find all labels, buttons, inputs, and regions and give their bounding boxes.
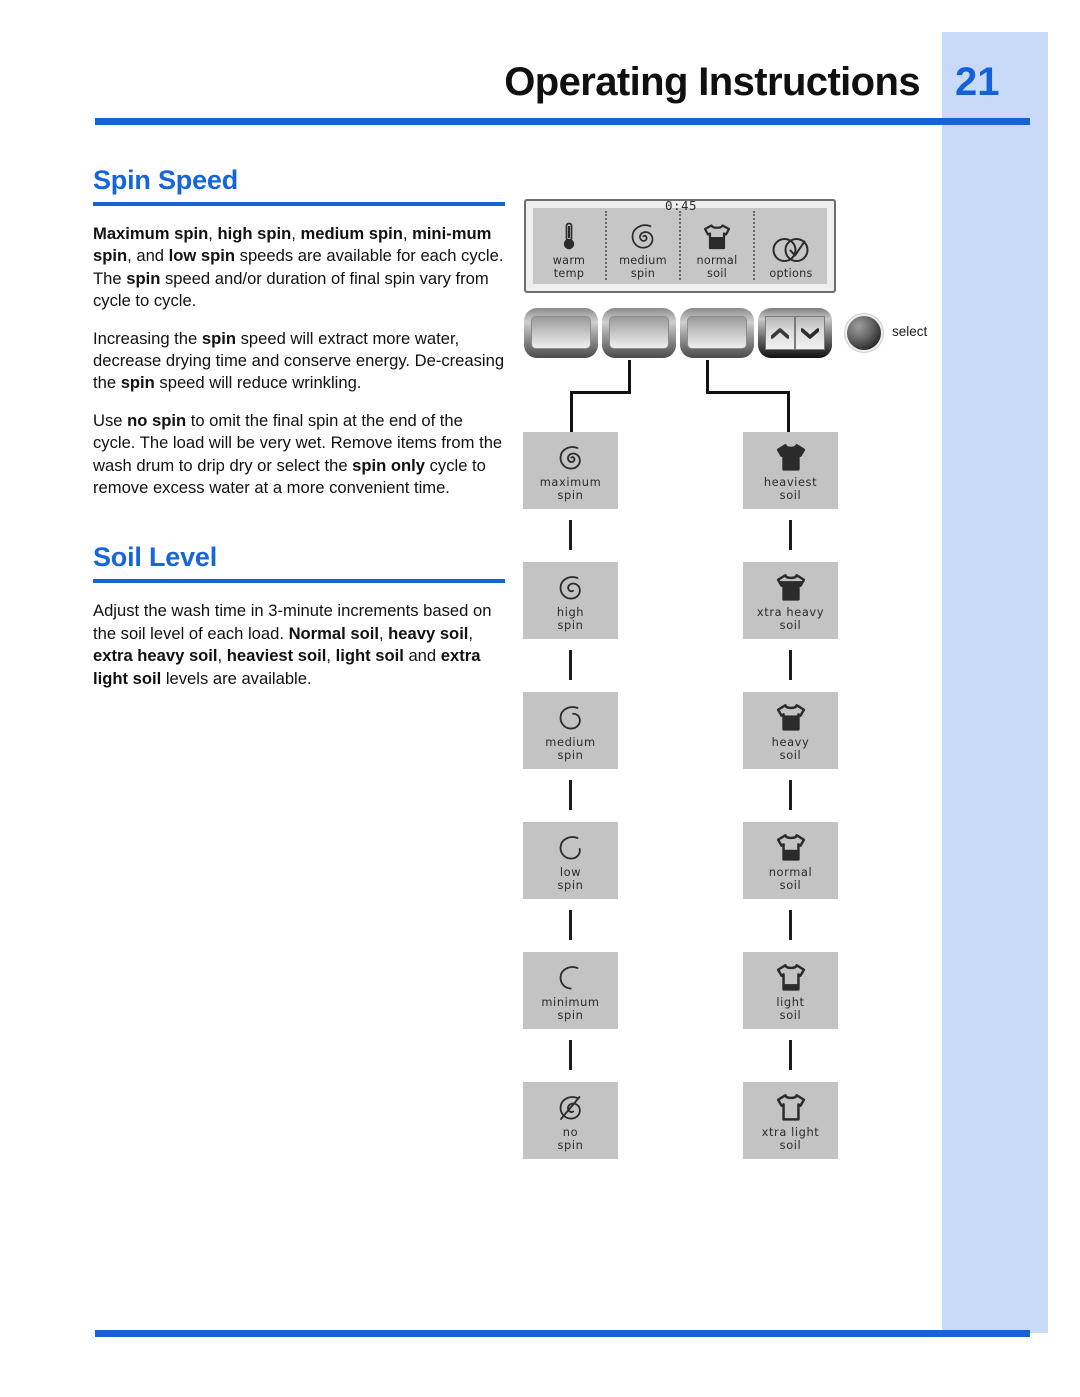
tile-connector bbox=[789, 520, 792, 550]
connector-btn3-horizontal bbox=[706, 391, 790, 394]
connector-btn2-horizontal bbox=[570, 391, 631, 394]
blank-button-1[interactable] bbox=[524, 308, 598, 358]
display-panel: warm temp medium spin 0:45 normal soil o… bbox=[524, 198, 836, 293]
tile-connector bbox=[789, 910, 792, 940]
page-side-band bbox=[942, 32, 1048, 1333]
display-cell-label-line2: spin bbox=[630, 266, 656, 280]
tile-connector bbox=[569, 650, 572, 680]
tile-label-line2: soil bbox=[779, 1138, 802, 1152]
spin-medium-icon bbox=[556, 699, 586, 733]
tile-connector bbox=[789, 780, 792, 810]
tile-label-line2: soil bbox=[779, 878, 802, 892]
tile-connector bbox=[789, 1040, 792, 1070]
chevron-up-icon[interactable] bbox=[765, 316, 795, 350]
soil-tile[interactable]: normal soil bbox=[743, 822, 838, 899]
spin-minimum-icon bbox=[556, 959, 586, 993]
soil-tile[interactable]: xtra light soil bbox=[743, 1082, 838, 1159]
spin-high-icon bbox=[556, 569, 586, 603]
spin-none-icon bbox=[556, 1089, 586, 1123]
page-title: Operating Instructions bbox=[504, 60, 920, 104]
tile-label-line2: spin bbox=[557, 878, 584, 892]
spin-tile[interactable]: medium spin bbox=[523, 692, 618, 769]
options-check-icon bbox=[771, 233, 811, 267]
tile-label-line2: soil bbox=[779, 488, 802, 502]
display-cell-label-line2: soil bbox=[706, 266, 728, 280]
display-cell-options: options bbox=[755, 208, 827, 284]
section-heading-spin-speed: Spin Speed bbox=[93, 165, 239, 195]
chevron-down-icon[interactable] bbox=[795, 316, 825, 350]
display-cell-label-line2: temp bbox=[553, 266, 585, 280]
display-panel-screen: warm temp medium spin 0:45 normal soil o… bbox=[533, 198, 827, 284]
paragraph: Increasing the spin speed will extract m… bbox=[93, 328, 505, 393]
tile-label-line2: spin bbox=[557, 1008, 584, 1022]
display-cell-label-line1: medium bbox=[619, 254, 667, 267]
spin-tile[interactable]: minimum spin bbox=[523, 952, 618, 1029]
soil-heaviest-icon bbox=[774, 439, 808, 473]
manual-page: Operating Instructions 21 Spin Speed Max… bbox=[0, 0, 1080, 1397]
tile-connector bbox=[789, 650, 792, 680]
tshirt-soil-icon bbox=[701, 220, 733, 254]
soil-normal-icon bbox=[774, 829, 808, 863]
select-label: select bbox=[892, 324, 928, 339]
tile-label-line2: soil bbox=[779, 1008, 802, 1022]
tile-label-line2: spin bbox=[557, 748, 584, 762]
tile-connector bbox=[569, 910, 572, 940]
select-knob[interactable] bbox=[847, 316, 881, 350]
connector-btn3-vertical bbox=[706, 360, 709, 394]
display-cell-label-line1: warm bbox=[552, 254, 586, 267]
up-down-button[interactable] bbox=[758, 308, 832, 358]
page-number: 21 bbox=[955, 60, 1000, 104]
tile-connector bbox=[569, 780, 572, 810]
button-row: select bbox=[524, 308, 934, 360]
soil-heavy-icon bbox=[774, 699, 808, 733]
tile-label-line2: soil bbox=[779, 748, 802, 762]
spin-tile[interactable]: maximum spin bbox=[523, 432, 618, 509]
tile-label-line2: spin bbox=[557, 1138, 584, 1152]
button-face bbox=[531, 316, 591, 349]
connector-soil-column bbox=[787, 391, 790, 432]
spiral-spin-icon bbox=[628, 220, 658, 254]
spin-maximum-icon bbox=[556, 439, 586, 473]
section-heading-soil-level: Soil Level bbox=[93, 542, 218, 573]
display-cell-medium-spin: medium spin bbox=[607, 208, 679, 284]
control-panel-diagram: warm temp medium spin 0:45 normal soil o… bbox=[515, 190, 935, 1200]
spin-tile[interactable]: high spin bbox=[523, 562, 618, 639]
spin-tile[interactable]: low spin bbox=[523, 822, 618, 899]
connector-btn2-vertical bbox=[628, 360, 631, 394]
display-cell-label-line1: options bbox=[769, 266, 813, 280]
soil-tile[interactable]: heavy soil bbox=[743, 692, 838, 769]
thermometer-icon bbox=[561, 220, 577, 254]
display-cell-normal-soil: normal soil bbox=[681, 208, 753, 284]
connector-spin-column bbox=[570, 391, 573, 432]
section-body-soil-level: Adjust the wash time in 3-minute increme… bbox=[93, 600, 505, 690]
tile-label-line2: spin bbox=[557, 488, 584, 502]
button-face bbox=[687, 316, 747, 349]
soil-xtra-light-icon bbox=[774, 1089, 808, 1123]
soil-tile[interactable]: heaviest soil bbox=[743, 432, 838, 509]
text-column: Spin Speed Maximum spin, high spin, medi… bbox=[93, 165, 505, 690]
soil-tile[interactable]: light soil bbox=[743, 952, 838, 1029]
soil-light-icon bbox=[774, 959, 808, 993]
blank-button-2[interactable] bbox=[602, 308, 676, 358]
tile-label-line2: spin bbox=[557, 618, 584, 632]
spin-low-icon bbox=[556, 829, 586, 863]
tile-connector bbox=[569, 520, 572, 550]
display-cell-label-line1: normal bbox=[696, 254, 738, 267]
soil-tile[interactable]: xtra heavy soil bbox=[743, 562, 838, 639]
section-body-spin-speed: Maximum spin, high spin, medium spin, mi… bbox=[93, 223, 505, 499]
tile-connector bbox=[569, 1040, 572, 1070]
paragraph: Adjust the wash time in 3-minute increme… bbox=[93, 601, 492, 688]
paragraph: Use no spin to omit the final spin at th… bbox=[93, 410, 503, 498]
button-face bbox=[609, 316, 669, 349]
paragraph: Maximum spin, high spin, medium spin, mi… bbox=[93, 224, 504, 311]
spin-tile[interactable]: no spin bbox=[523, 1082, 618, 1159]
display-cell-warm-temp: warm temp bbox=[533, 208, 605, 284]
header-rule bbox=[95, 118, 1030, 125]
blank-button-3[interactable] bbox=[680, 308, 754, 358]
footer-rule bbox=[95, 1330, 1030, 1337]
soil-xtra-heavy-icon bbox=[774, 569, 808, 603]
tile-label-line2: soil bbox=[779, 618, 802, 632]
